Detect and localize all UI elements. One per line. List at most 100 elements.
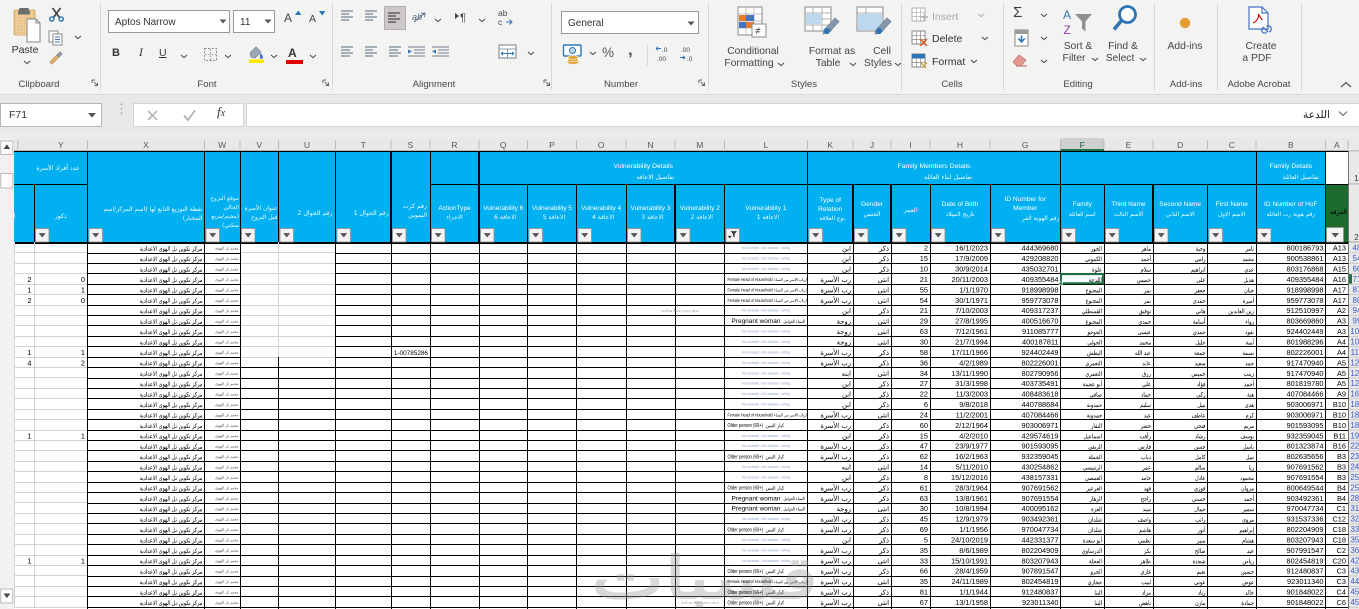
svg-text:33: 33 (920, 556, 928, 565)
svg-text:Pregnant woman: Pregnant woman (732, 319, 781, 325)
svg-text:X: X (143, 140, 149, 150)
svg-text:A4: A4 (1337, 338, 1346, 347)
svg-text:901593095: 901593095 (1022, 442, 1059, 451)
svg-text:63: 63 (920, 327, 928, 336)
svg-text:932359045: 932359045 (1287, 431, 1324, 440)
svg-text:2/12/1964: 2/12/1964 (955, 421, 988, 430)
svg-text:16/1/2023: 16/1/2023 (955, 244, 988, 253)
svg-text:458: 458 (1350, 598, 1359, 607)
svg-text:54: 54 (1353, 254, 1359, 263)
svg-text:Not vulnerable - Not vulnerabl: Not vulnerable - Not vulnerable - nothin… (742, 465, 790, 469)
svg-text:Member: Member (1013, 205, 1038, 212)
svg-text:Not vulnerable - Not vulnerabl: Not vulnerable - Not vulnerable - nothin… (742, 403, 790, 407)
svg-text:21/7/1994: 21/7/1994 (955, 338, 988, 347)
svg-text:802635656: 802635656 (1287, 452, 1324, 461)
svg-text:907691554: 907691554 (1287, 473, 1324, 482)
svg-text:918998998: 918998998 (1287, 285, 1324, 294)
svg-text:162: 162 (1350, 390, 1359, 399)
svg-text:432: 432 (1350, 567, 1359, 576)
svg-text:10: 10 (920, 265, 928, 274)
svg-text:Female Head of Household: Female Head of Household (728, 277, 773, 282)
svg-text:Older person (60+): Older person (60+) (728, 600, 764, 606)
svg-text:911085777: 911085777 (1022, 327, 1058, 336)
svg-text:2: 2 (27, 296, 31, 305)
svg-text:6: 6 (924, 400, 928, 409)
svg-text:903492361: 903492361 (1287, 494, 1324, 503)
svg-text:Older person (60+): Older person (60+) (728, 486, 764, 492)
svg-text:Not vulnerable - Not vulnerabl: Not vulnerable - Not vulnerable - nothin… (742, 340, 790, 344)
svg-text:C4: C4 (1337, 588, 1346, 597)
svg-text:36: 36 (920, 358, 928, 367)
svg-text:912480837: 912480837 (1022, 588, 1059, 597)
svg-text:C2: C2 (1337, 546, 1346, 555)
svg-text:F: F (1080, 140, 1085, 150)
svg-text:0: 0 (81, 275, 85, 284)
svg-text:232: 232 (1350, 452, 1359, 461)
svg-text:I: I (909, 140, 911, 150)
svg-text:183: 183 (1350, 410, 1359, 419)
svg-text:Not vulnerable - Not vulnerabl: Not vulnerable - Not vulnerable - nothin… (742, 444, 790, 448)
svg-text:802790956: 802790956 (1022, 369, 1059, 378)
svg-text:B4: B4 (1337, 483, 1346, 492)
svg-text:B: B (1288, 140, 1294, 150)
svg-text:A15: A15 (1333, 265, 1346, 274)
svg-text:23/9/1977: 23/9/1977 (955, 442, 988, 451)
svg-text:Female Head of Household: Female Head of Household (728, 287, 773, 292)
svg-text:15/12/2016: 15/12/2016 (951, 473, 988, 482)
svg-text:O: O (598, 140, 605, 150)
svg-text:T: T (361, 140, 366, 150)
svg-text:Date of Birth: Date of Birth (942, 201, 979, 208)
svg-text:Female Head of Household: Female Head of Household (728, 412, 773, 417)
svg-text:313: 313 (1350, 504, 1359, 513)
svg-text:924402449: 924402449 (1022, 348, 1059, 357)
svg-text:C: C (1229, 140, 1235, 150)
svg-text:803207943: 803207943 (1287, 536, 1324, 545)
svg-text:803176868: 803176868 (1287, 265, 1324, 274)
svg-text:180: 180 (1350, 400, 1359, 409)
svg-text:803669860: 803669860 (1287, 317, 1324, 326)
svg-text:28/3/1964: 28/3/1964 (955, 483, 988, 492)
svg-text:E: E (1126, 140, 1132, 150)
svg-text:G: G (1022, 140, 1029, 150)
svg-text:Vulnerability 1: Vulnerability 1 (745, 205, 787, 212)
svg-text:ActionType: ActionType (438, 205, 471, 212)
svg-text:366: 366 (1350, 546, 1359, 555)
svg-text:12/9/1979: 12/9/1979 (955, 515, 988, 524)
svg-text:13/11/1990: 13/11/1990 (952, 369, 988, 378)
svg-text:A: A (1334, 140, 1340, 150)
svg-text:959773078: 959773078 (1287, 296, 1324, 305)
svg-text:400516670: 400516670 (1022, 317, 1059, 326)
svg-text:C20: C20 (1332, 556, 1346, 565)
svg-text:30: 30 (920, 338, 928, 347)
svg-text:24/10/2019: 24/10/2019 (951, 536, 988, 545)
svg-text:400187811: 400187811 (1022, 338, 1058, 347)
svg-text:A13: A13 (1333, 244, 1346, 253)
svg-text:1/1/1970: 1/1/1970 (959, 285, 988, 294)
svg-text:901848022: 901848022 (1287, 588, 1324, 597)
svg-text:S: S (408, 140, 414, 150)
svg-text:257: 257 (1350, 483, 1359, 492)
svg-text:A: A (1063, 8, 1071, 22)
svg-text:34: 34 (920, 369, 928, 378)
svg-text:69: 69 (920, 525, 928, 534)
svg-text:800649544: 800649544 (1287, 483, 1324, 492)
svg-text:1: 1 (81, 285, 85, 294)
svg-text:801988296: 801988296 (1287, 338, 1324, 347)
svg-text:A5: A5 (1337, 369, 1346, 378)
svg-text:Vulnerability 4: Vulnerability 4 (581, 205, 621, 212)
svg-text:17/11/1966: 17/11/1966 (952, 348, 988, 357)
svg-text:10/8/1994: 10/8/1994 (955, 504, 988, 513)
svg-text:0: 0 (81, 296, 85, 305)
svg-text:803207943: 803207943 (1022, 556, 1059, 565)
svg-text:1: 1 (27, 556, 31, 565)
svg-text:Not vulnerable - Not vulnerabl: Not vulnerable - Not vulnerable - nothin… (742, 361, 790, 365)
svg-text:801819780: 801819780 (1287, 379, 1324, 388)
svg-text:55: 55 (920, 285, 928, 294)
svg-text:C3: C3 (1337, 567, 1346, 576)
svg-text:1: 1 (27, 285, 31, 294)
svg-text:U: U (304, 140, 310, 150)
svg-text:30/9/2014: 30/9/2014 (955, 265, 988, 274)
svg-text:970047734: 970047734 (1022, 525, 1059, 534)
svg-text:A3: A3 (1337, 327, 1346, 336)
svg-text:8: 8 (924, 473, 928, 482)
